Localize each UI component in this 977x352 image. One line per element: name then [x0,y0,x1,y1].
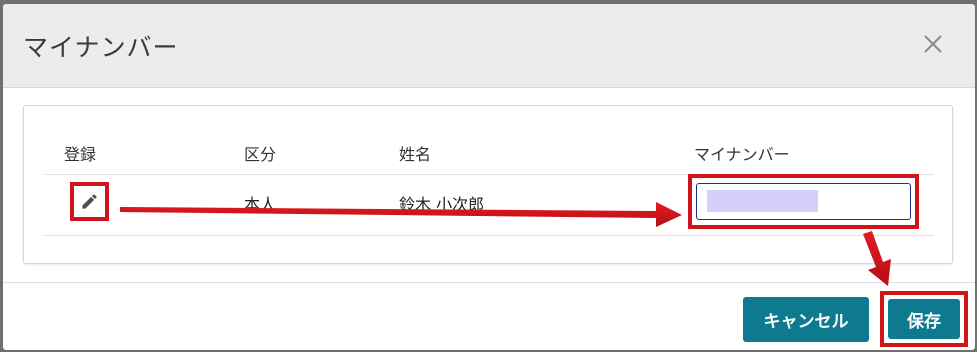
close-icon[interactable] [921,32,945,56]
row-category: 本人 [244,195,277,214]
edit-button[interactable] [70,182,109,221]
dialog-title: マイナンバー [23,33,179,62]
dialog-footer: キャンセル 保存 [3,282,975,350]
row-divider [44,235,934,236]
save-button[interactable]: 保存 [888,299,960,339]
column-header-category: 区分 [244,145,277,164]
cancel-button[interactable]: キャンセル [743,297,869,342]
pencil-icon [82,194,97,209]
column-header-register: 登録 [64,145,97,164]
redacted-value [707,190,818,212]
column-header-my-number: マイナンバー [694,145,790,164]
row-name: 鈴木 小次郎 [399,195,485,214]
my-number-dialog: マイナンバー 登録 区分 姓名 マイナンバー 本人 鈴木 小次郎 キャンセル 保… [3,4,975,350]
dialog-header: マイナンバー [3,4,975,88]
save-button-highlight: 保存 [880,291,968,347]
column-header-name: 姓名 [399,145,432,164]
my-number-table: 登録 区分 姓名 マイナンバー 本人 鈴木 小次郎 [23,105,953,264]
